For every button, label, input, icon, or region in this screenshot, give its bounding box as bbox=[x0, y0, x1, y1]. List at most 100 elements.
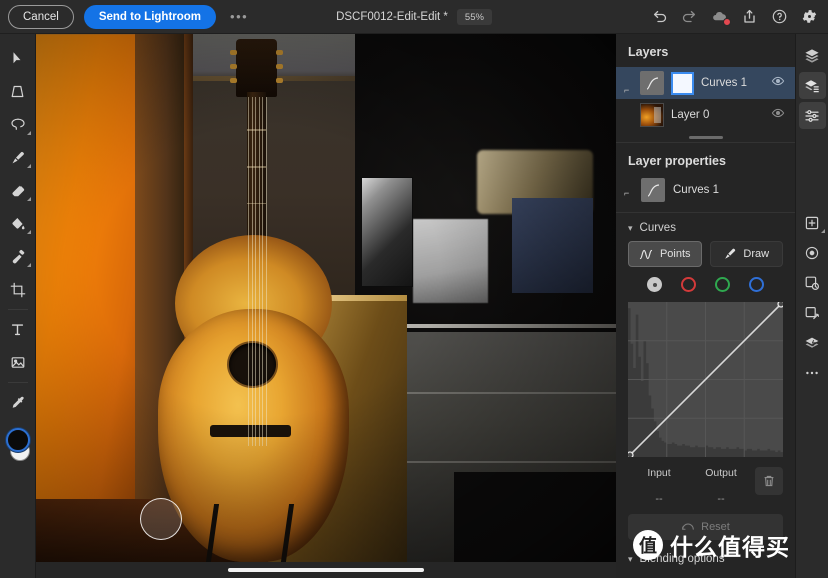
send-to-lightroom-button[interactable]: Send to Lightroom bbox=[83, 4, 217, 29]
reset-button[interactable]: Reset bbox=[628, 514, 783, 540]
text-tool[interactable] bbox=[3, 313, 33, 346]
layer-name-label: Curves 1 bbox=[701, 77, 748, 89]
eye-icon[interactable] bbox=[771, 106, 785, 125]
curves-points-mode-button[interactable]: Points bbox=[628, 241, 702, 267]
visibility-eye-icon[interactable] bbox=[799, 239, 826, 266]
pixel-layer-thumbnail[interactable] bbox=[640, 103, 664, 127]
eyedropper-tool[interactable] bbox=[3, 386, 33, 419]
place-image-tool[interactable] bbox=[3, 346, 33, 379]
foreground-color-swatch[interactable] bbox=[5, 428, 30, 452]
flyout-indicator bbox=[26, 131, 31, 135]
brush-cursor bbox=[140, 498, 182, 540]
curves-draw-mode-button[interactable]: Draw bbox=[709, 241, 783, 267]
panel-resize-handle[interactable] bbox=[616, 131, 795, 142]
flyout-indicator bbox=[26, 230, 31, 234]
points-label: Points bbox=[659, 248, 691, 260]
layer-properties-row[interactable]: ⌐ Curves 1 bbox=[616, 176, 795, 212]
layer-properties-name: Curves 1 bbox=[673, 184, 720, 196]
curves-section-header[interactable]: ▾ Curves bbox=[616, 213, 795, 241]
lasso-tool[interactable] bbox=[3, 108, 33, 141]
layers-panel-title: Layers bbox=[628, 45, 669, 59]
curves-layer-thumbnail[interactable] bbox=[640, 71, 664, 95]
left-toolbar bbox=[0, 34, 36, 578]
cloud-error-icon[interactable] bbox=[711, 8, 731, 26]
curve-point-black bbox=[628, 451, 634, 457]
layer-properties-title: Layer properties bbox=[628, 154, 726, 168]
output-value[interactable]: -- bbox=[690, 493, 752, 505]
redo-icon[interactable] bbox=[681, 8, 698, 25]
output-column: Output -- bbox=[690, 467, 752, 505]
mask-icon[interactable] bbox=[799, 269, 826, 296]
canvas-area[interactable] bbox=[36, 34, 616, 578]
effects-icon[interactable] bbox=[799, 329, 826, 356]
curves-mode-group: Points Draw bbox=[616, 241, 795, 277]
home-indicator-area bbox=[36, 562, 616, 578]
flyout-indicator bbox=[26, 263, 31, 267]
input-column: Input -- bbox=[628, 467, 690, 505]
zoom-level-badge[interactable]: 55% bbox=[456, 8, 492, 25]
transform-tool[interactable] bbox=[3, 75, 33, 108]
crop-tool[interactable] bbox=[3, 273, 33, 306]
color-swatches[interactable] bbox=[3, 425, 33, 465]
help-icon[interactable] bbox=[771, 8, 788, 25]
eye-icon[interactable] bbox=[771, 74, 785, 93]
settings-icon[interactable] bbox=[801, 8, 818, 25]
top-right-actions bbox=[651, 8, 818, 26]
curves-io-row: Input -- Output -- bbox=[616, 457, 795, 505]
more-options-button[interactable]: ••• bbox=[227, 8, 251, 26]
eraser-tool[interactable] bbox=[3, 174, 33, 207]
reset-label: Reset bbox=[701, 521, 730, 533]
fill-tool[interactable] bbox=[3, 207, 33, 240]
layer-mask-thumbnail[interactable] bbox=[671, 71, 694, 95]
document-photo[interactable] bbox=[36, 34, 616, 562]
chevron-down-icon: ▾ bbox=[628, 553, 633, 564]
adjustments-sliders-icon[interactable] bbox=[798, 102, 826, 129]
home-indicator[interactable] bbox=[228, 568, 424, 572]
add-layer-icon[interactable] bbox=[799, 209, 826, 236]
red-channel-button[interactable] bbox=[681, 277, 696, 292]
page-title: DSCF0012-Edit-Edit * bbox=[336, 10, 448, 23]
photo-vignette bbox=[36, 34, 616, 562]
layer-row-layer-0[interactable]: Layer 0 bbox=[616, 99, 795, 131]
curves-section-label: Curves bbox=[639, 222, 676, 234]
more-options-icon[interactable] bbox=[799, 359, 826, 386]
layers-stack-icon[interactable] bbox=[799, 42, 826, 69]
app-body: Layers ⌐ Curves 1 Layer 0 Layer properti… bbox=[0, 34, 828, 578]
curves-graph[interactable] bbox=[628, 302, 783, 457]
clone-tool[interactable] bbox=[3, 240, 33, 273]
chevron-down-icon: ▾ bbox=[628, 222, 633, 233]
clipping-arrow-icon: ⌐ bbox=[624, 85, 630, 95]
input-value[interactable]: -- bbox=[628, 493, 690, 505]
cancel-button[interactable]: Cancel bbox=[8, 4, 74, 29]
right-properties-panel: Layers ⌐ Curves 1 Layer 0 Layer properti… bbox=[616, 34, 795, 578]
layer-row-curves-1[interactable]: ⌐ Curves 1 bbox=[616, 67, 795, 99]
move-tool[interactable] bbox=[3, 42, 33, 75]
green-channel-button[interactable] bbox=[715, 277, 730, 292]
toolbar-divider bbox=[7, 309, 28, 310]
curves-channel-selector bbox=[616, 277, 795, 302]
draw-label: Draw bbox=[743, 248, 770, 260]
clipping-arrow-icon: ⌐ bbox=[624, 188, 630, 198]
right-rail bbox=[795, 34, 828, 578]
photoshop-app-window: Cancel Send to Lightroom ••• DSCF0012-Ed… bbox=[0, 0, 828, 578]
output-label: Output bbox=[705, 467, 737, 479]
link-layers-icon[interactable] bbox=[799, 299, 826, 326]
blending-options-header[interactable]: ▾ Blending options bbox=[616, 540, 795, 565]
layer-name-label: Layer 0 bbox=[671, 109, 710, 121]
blue-channel-button[interactable] bbox=[749, 277, 764, 292]
curve-point-white bbox=[777, 302, 783, 308]
top-toolbar: Cancel Send to Lightroom ••• DSCF0012-Ed… bbox=[0, 0, 828, 34]
flyout-indicator bbox=[26, 164, 31, 168]
share-icon[interactable] bbox=[741, 8, 758, 25]
blending-options-label: Blending options bbox=[639, 553, 725, 565]
delete-point-button[interactable] bbox=[755, 467, 783, 495]
master-channel-button[interactable] bbox=[647, 277, 662, 292]
flyout-indicator bbox=[820, 229, 825, 233]
curves-graph-svg bbox=[628, 302, 783, 457]
input-label: Input bbox=[647, 467, 671, 479]
curves-property-thumbnail[interactable] bbox=[641, 178, 665, 202]
layers-list-icon[interactable] bbox=[798, 72, 826, 99]
flyout-indicator bbox=[26, 197, 31, 201]
brush-tool[interactable] bbox=[3, 141, 33, 174]
undo-icon[interactable] bbox=[651, 8, 668, 25]
